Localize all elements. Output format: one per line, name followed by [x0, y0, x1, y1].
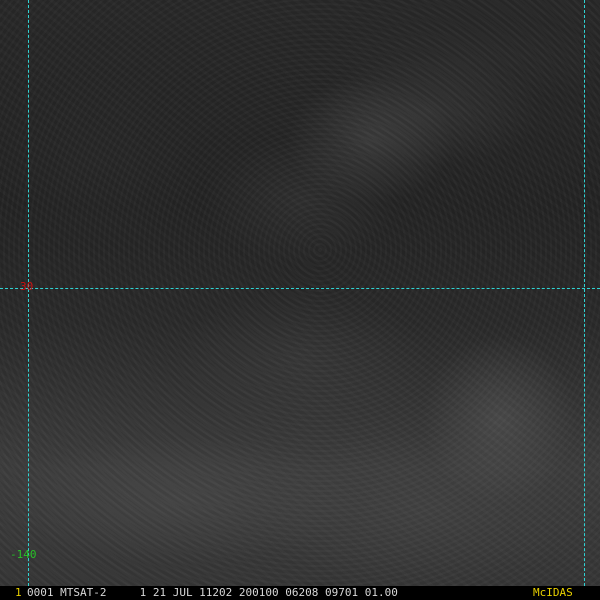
status-bar: 1 0001 MTSAT-2 1 21 JUL 11202 200100 062…: [0, 586, 600, 600]
mcidas-brand: McIDAS: [533, 586, 573, 599]
cloud-texture: [0, 0, 600, 586]
satellite-view: 30 -140 1 0001 MTSAT-2 1 21 JUL 11202 20…: [0, 0, 600, 600]
image-info-text: 0001 MTSAT-2 1 21 JUL 11202 200100 06208…: [27, 586, 398, 599]
longitude-label: -140: [10, 548, 37, 561]
frame-number: 1: [15, 586, 22, 599]
longitude-grid-line-right: [584, 0, 585, 586]
latitude-grid-line: [0, 288, 600, 289]
latitude-label: 30: [20, 280, 34, 293]
longitude-grid-line-left: [28, 0, 29, 586]
